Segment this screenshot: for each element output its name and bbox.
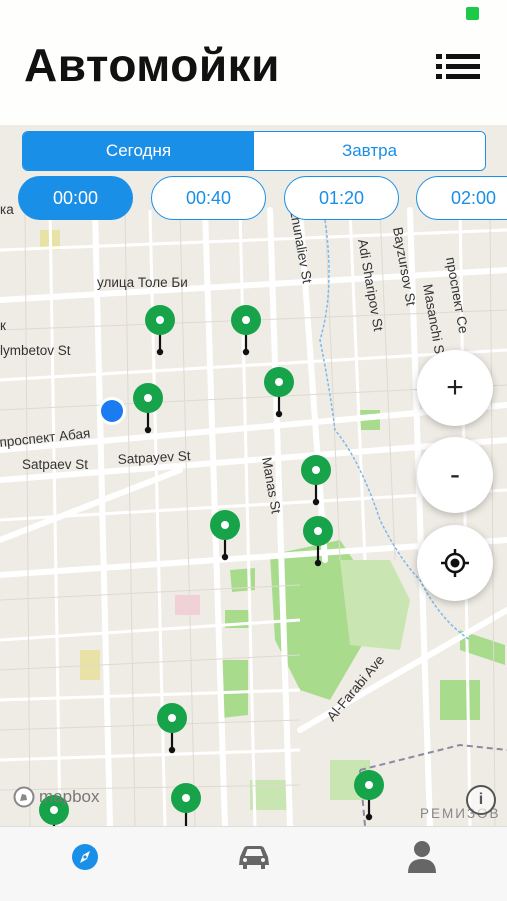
mapbox-logo-icon (13, 786, 35, 808)
time-slot-selector: 00:00 00:40 01:20 02:00 (0, 176, 507, 224)
street-label: Satpaev St (22, 457, 88, 472)
page-title: Автомойки (24, 39, 280, 91)
battery-icon (466, 7, 479, 20)
tab-tomorrow[interactable]: Завтра (254, 132, 485, 170)
car-icon (239, 846, 269, 869)
user-icon (408, 841, 436, 873)
tab-today[interactable]: Сегодня (23, 132, 254, 170)
list-icon (436, 54, 480, 79)
list-view-button[interactable] (436, 50, 484, 84)
crosshair-icon (441, 549, 469, 577)
time-slot-button[interactable]: 00:00 (18, 176, 133, 220)
street-label: к (0, 318, 6, 333)
header: Автомойки (0, 0, 507, 125)
zoom-in-button[interactable]: + (417, 350, 493, 426)
locate-button[interactable] (417, 525, 493, 601)
street-label: lymbetov St (0, 343, 71, 358)
zoom-out-button[interactable]: - (417, 437, 493, 513)
time-slot-button[interactable]: 00:40 (151, 176, 266, 220)
info-button[interactable]: i (466, 785, 496, 815)
user-location-marker (101, 400, 123, 422)
tab-cars[interactable] (224, 835, 284, 879)
mapbox-attribution[interactable]: mapbox (13, 786, 99, 808)
tab-bar (0, 826, 507, 901)
day-selector: Сегодня Завтра (22, 131, 486, 171)
time-slot-button[interactable]: 02:00 (416, 176, 507, 220)
compass-icon (72, 844, 98, 870)
time-slot-button[interactable]: 01:20 (284, 176, 399, 220)
tab-map[interactable] (55, 835, 115, 879)
mapbox-label: mapbox (39, 787, 100, 806)
street-label: улица Толе Би (97, 275, 188, 290)
tab-profile[interactable] (392, 835, 452, 879)
